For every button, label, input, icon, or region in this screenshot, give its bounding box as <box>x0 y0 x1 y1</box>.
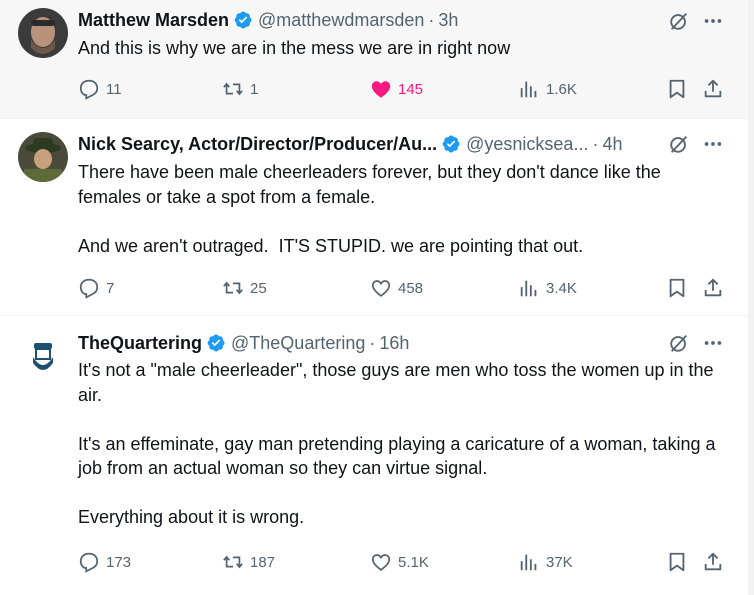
bookmark-button[interactable] <box>666 276 688 300</box>
timestamp[interactable]: 3h <box>438 10 458 31</box>
like-icon <box>371 280 391 297</box>
grok-icon[interactable] <box>668 133 690 155</box>
action-bar: 7 25 458 3.4K <box>78 276 728 300</box>
like-button[interactable]: 5.1K <box>370 550 429 574</box>
tweet[interactable]: Matthew Marsden @matthewdmarsden · 3h An… <box>0 0 748 119</box>
reply-button[interactable]: 173 <box>78 550 131 574</box>
views-button[interactable]: 1.6K <box>518 77 577 101</box>
retweet-count: 25 <box>250 279 267 297</box>
like-count: 5.1K <box>398 553 429 571</box>
tweet-text: It's not a "male cheerleader", those guy… <box>78 360 716 527</box>
verified-badge-icon <box>207 334 225 352</box>
verified-badge-icon <box>234 11 252 29</box>
reply-icon <box>79 79 99 100</box>
share-icon <box>704 552 722 571</box>
reply-icon <box>79 278 99 299</box>
tweet-text: There have been male cheerleaders foreve… <box>78 162 661 256</box>
tweet-header: Nick Searcy, Actor/Director/Producer/Au.… <box>78 133 688 155</box>
retweet-icon <box>223 555 243 569</box>
author-handle[interactable]: @yesnicksea... <box>466 134 588 155</box>
like-button[interactable]: 458 <box>370 276 423 300</box>
like-button[interactable]: 145 <box>370 77 423 101</box>
separator: · <box>592 133 599 154</box>
retweet-icon <box>223 281 243 295</box>
more-icon[interactable] <box>702 10 724 32</box>
share-button[interactable] <box>702 550 724 574</box>
share-icon <box>704 79 722 98</box>
bookmark-icon <box>669 79 685 99</box>
view-count: 37K <box>546 553 573 571</box>
separator: · <box>369 332 376 353</box>
views-icon <box>520 554 537 571</box>
views-icon <box>520 280 537 297</box>
retweet-count: 1 <box>250 80 259 98</box>
author-name[interactable]: TheQuartering <box>78 333 202 354</box>
grok-icon[interactable] <box>668 332 690 354</box>
share-button[interactable] <box>702 77 724 101</box>
retweet-button[interactable]: 25 <box>222 276 267 300</box>
share-button[interactable] <box>702 276 724 300</box>
view-count: 3.4K <box>546 279 577 297</box>
reply-count: 11 <box>106 80 122 98</box>
reply-button[interactable]: 11 <box>78 77 122 101</box>
tweet-header: Matthew Marsden @matthewdmarsden · 3h <box>78 9 688 31</box>
author-name[interactable]: Matthew Marsden <box>78 10 229 31</box>
retweet-button[interactable]: 187 <box>222 550 275 574</box>
avatar[interactable] <box>18 132 68 182</box>
views-button[interactable]: 3.4K <box>518 276 577 300</box>
reply-count: 7 <box>106 279 115 297</box>
like-count: 458 <box>398 279 424 297</box>
bookmark-icon <box>669 278 685 298</box>
tweet[interactable]: Nick Searcy, Actor/Director/Producer/Au.… <box>0 119 748 316</box>
retweet-button[interactable]: 1 <box>222 77 258 101</box>
avatar[interactable] <box>18 329 68 379</box>
bookmark-icon <box>669 552 685 572</box>
tweet-text: And this is why we are in the mess we ar… <box>78 38 511 58</box>
more-icon[interactable] <box>702 133 724 155</box>
retweet-icon <box>223 82 243 96</box>
reply-button[interactable]: 7 <box>78 276 114 300</box>
reply-icon <box>79 552 99 573</box>
bookmark-button[interactable] <box>666 77 688 101</box>
views-icon <box>520 81 537 98</box>
verified-badge-icon <box>442 135 460 153</box>
bookmark-button[interactable] <box>666 550 688 574</box>
separator: · <box>428 9 435 30</box>
author-handle[interactable]: @matthewdmarsden <box>258 10 424 31</box>
like-count: 145 <box>398 80 424 98</box>
like-icon <box>371 554 391 571</box>
share-icon <box>704 278 722 297</box>
action-bar: 11 1 145 1.6K <box>78 77 728 101</box>
timestamp[interactable]: 16h <box>379 333 409 354</box>
view-count: 1.6K <box>546 80 577 98</box>
reply-count: 173 <box>106 553 132 571</box>
like-icon <box>371 81 391 98</box>
action-bar: 173 187 5.1K 37K <box>78 550 728 574</box>
views-button[interactable]: 37K <box>518 550 573 574</box>
author-handle[interactable]: @TheQuartering <box>231 333 365 354</box>
tweet[interactable]: TheQuartering @TheQuartering · 16h It's … <box>0 316 748 595</box>
avatar[interactable] <box>18 8 68 58</box>
timestamp[interactable]: 4h <box>602 134 622 155</box>
author-name[interactable]: Nick Searcy, Actor/Director/Producer/Au.… <box>78 134 437 155</box>
retweet-count: 187 <box>250 553 276 571</box>
scrollbar[interactable] <box>748 0 754 595</box>
more-icon[interactable] <box>702 332 724 354</box>
grok-icon[interactable] <box>668 10 690 32</box>
tweet-header: TheQuartering @TheQuartering · 16h <box>78 332 688 354</box>
